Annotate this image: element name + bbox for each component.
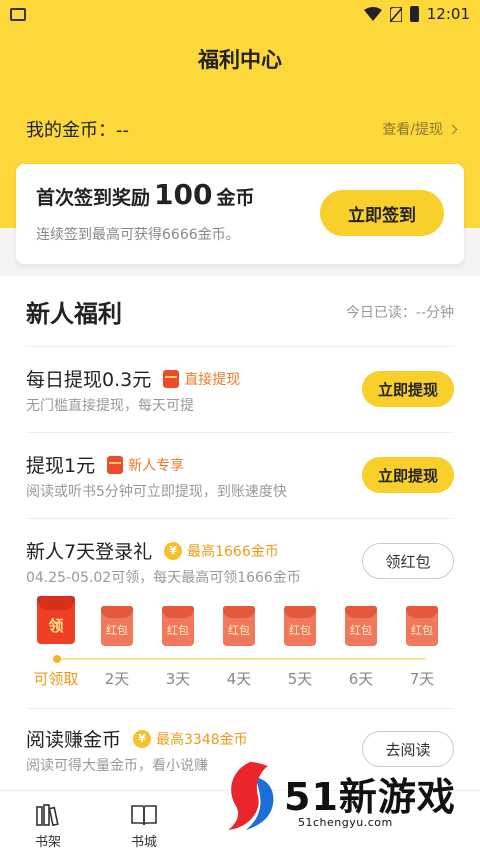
task-daily-withdraw: 每日提现0.3元 直接提现 无门槛直接提现，每天可提 立即提现 [26,346,454,432]
claim-red-packet-button[interactable]: 领红包 [362,543,454,579]
task-description: 阅读可得大量金币，看小说赚 [26,758,208,774]
task-description: 阅读或听书5分钟可立即提现，到账速度快 [26,484,287,500]
day-label: 2天 [104,670,130,688]
sign-in-reward-amount: 100 [154,178,213,211]
battery-icon [409,6,419,22]
day-5: 红包 [270,596,330,646]
withdraw-now-button[interactable]: 立即提现 [362,371,454,407]
red-envelope-icon: 领 [37,596,75,644]
envelope-label: 红包 [106,624,128,637]
nav-label: 书城 [130,835,157,850]
red-envelope-icon [107,455,124,474]
task-withdraw-1yuan: 提现1元 新人专享 阅读或听书5分钟可立即提现，到账速度快 立即提现 [26,432,454,518]
red-envelope-icon: 红包 [223,606,255,646]
task-tag: ¥ 最高1666金币 [164,541,279,561]
watermark-text: 51新游戏 [284,775,456,819]
day-label: 3天 [165,670,191,688]
day-6: 红包 [331,596,391,646]
chevron-right-icon [447,124,458,134]
envelope-label: 红包 [228,624,250,637]
day-label: 4天 [226,670,252,688]
day-4: 红包 [209,596,269,646]
day-1-claimable[interactable]: 领 [26,596,86,644]
coin-icon: ¥ [164,541,183,560]
task-name-row: 新人7天登录礼 ¥ 最高1666金币 [26,537,279,564]
site-watermark: 51新游戏 51chengyu.com [222,760,480,855]
envelope-label: 红包 [289,624,311,637]
task-name: 阅读赚金币 [26,729,122,751]
task-tag: 直接提现 [163,369,240,389]
no-sim-icon [389,6,402,22]
coin-icon: ¥ [133,729,152,748]
nav-bookshelf[interactable]: 书架 [18,803,78,850]
task-description: 无门槛直接提现，每天可提 [26,398,194,414]
day-2: 红包 [87,596,147,646]
view-withdraw-label: 查看/提现 [382,122,443,138]
red-envelope-icon: 红包 [284,606,316,646]
task-name-row: 提现1元 新人专享 [26,451,184,478]
red-envelope-icon [163,369,180,388]
sign-in-title-prefix: 首次签到奖励 [36,187,151,209]
task-tag-label: 新人专享 [128,457,185,474]
day-3: 红包 [148,596,208,646]
sign-in-subtitle: 连续签到最高可获得6666金币。 [36,227,240,243]
section-title: 新人福利 [26,300,122,328]
task-name: 每日提现0.3元 [26,369,152,391]
read-today-text: 今日已读：--分钟 [345,304,454,321]
status-bar: 12:01 [0,0,480,28]
envelope-label: 红包 [411,624,433,637]
day-label: 6天 [348,670,374,688]
task-tag-label: 直接提现 [184,371,241,388]
wifi-icon [363,7,382,21]
day-label: 可领取 [33,670,79,688]
task-tag: ¥ 最高3348金币 [133,729,248,749]
book-icon [131,805,157,826]
progress-track [56,658,426,660]
envelope-label: 红包 [167,624,189,637]
my-coins-label: 我的金币：-- [26,120,129,141]
progress-dot [53,655,61,663]
red-envelope-icon: 红包 [406,606,438,646]
task-tag: 新人专享 [107,455,184,475]
red-envelope-icon: 红包 [101,606,133,646]
day-label: 7天 [409,670,435,688]
clock: 12:01 [426,5,470,23]
day-7: 红包 [392,596,452,646]
red-envelope-icon: 红包 [345,606,377,646]
day-label: 5天 [287,670,313,688]
section-header: 新人福利 今日已读：--分钟 [26,294,454,329]
task-description: 04.25-05.02可领，每天最高可领1666金币 [26,570,301,586]
watermark-logo-icon [228,762,274,830]
withdraw-now-button[interactable]: 立即提现 [362,457,454,493]
sign-in-title: 首次签到奖励 100 金币 [36,178,254,211]
task-tag-label: 最高3348金币 [156,731,248,748]
task-name-row: 每日提现0.3元 直接提现 [26,365,240,392]
newbie-benefits-section: 新人福利 今日已读：--分钟 每日提现0.3元 直接提现 无门槛直接提现，每天可… [0,276,480,806]
my-coins-row: 我的金币：-- 查看/提现 [26,116,458,142]
bookshelf-icon [36,804,59,827]
task-name: 提现1元 [26,455,96,477]
sign-in-button[interactable]: 立即签到 [320,190,444,236]
login-days-track: 领 可领取 红包 2天 红包 3天 红包 4天 红包 5天 红包 6天 红包 7… [26,596,454,696]
envelope-label: 红包 [350,624,372,637]
task-name-row: 阅读赚金币 ¥ 最高3348金币 [26,725,248,752]
sign-in-title-suffix: 金币 [216,187,255,209]
image-notification-icon [10,7,26,21]
watermark-url: 51chengyu.com [298,816,393,829]
sign-in-card: 首次签到奖励 100 金币 连续签到最高可获得6666金币。 立即签到 [16,164,464,264]
claim-label: 领 [48,616,64,635]
nav-bookstore[interactable]: 书城 [114,803,174,850]
task-tag-label: 最高1666金币 [187,543,279,560]
nav-label: 书架 [34,835,61,850]
page-title: 福利中心 [198,48,282,72]
view-withdraw-link[interactable]: 查看/提现 [382,119,458,139]
task-name: 新人7天登录礼 [26,541,153,563]
red-envelope-icon: 红包 [162,606,194,646]
